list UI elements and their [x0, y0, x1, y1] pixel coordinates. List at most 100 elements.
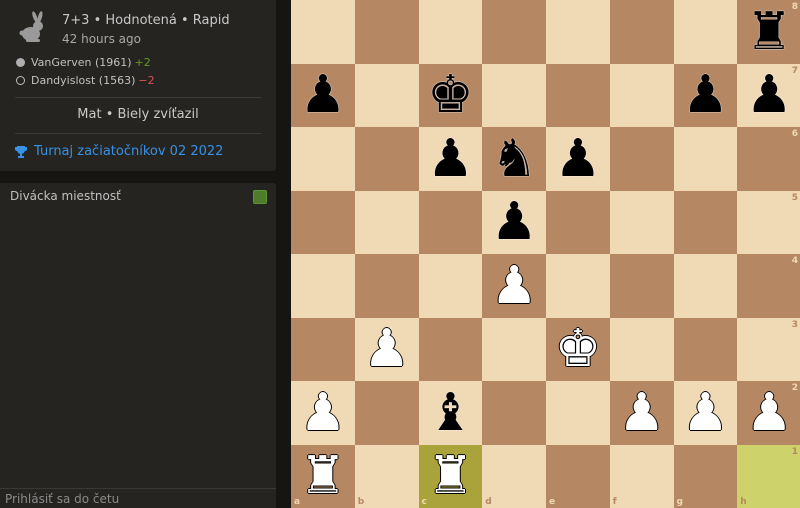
square-e4[interactable] — [546, 254, 610, 318]
file-label: e — [549, 497, 556, 507]
square-c4[interactable] — [418, 254, 483, 318]
square-g6[interactable] — [673, 127, 738, 191]
black-pawn-icon[interactable]: ♟ — [291, 64, 355, 128]
square-e5[interactable] — [546, 190, 610, 254]
black-bishop-icon[interactable]: ♝ — [419, 381, 483, 445]
player-white-name[interactable]: VanGerven (1961) — [31, 56, 132, 69]
square-g5[interactable] — [673, 190, 738, 254]
square-e3[interactable]: ♚ — [546, 317, 610, 382]
white-pawn-icon[interactable]: ♟ — [674, 381, 738, 445]
square-c1[interactable]: c ♜ — [418, 444, 483, 508]
black-pawn-icon[interactable]: ♟ — [419, 127, 483, 191]
white-pawn-icon[interactable]: ♟ — [737, 381, 800, 445]
player-black[interactable]: Dandyislost (1563) −2 — [16, 74, 155, 87]
square-e1[interactable]: e — [546, 444, 610, 508]
rank-label: 4 — [791, 256, 798, 266]
square-f2[interactable]: ♟ — [609, 381, 674, 445]
square-h2[interactable]: 2 ♟ — [737, 381, 800, 445]
square-a4[interactable] — [291, 254, 355, 318]
square-d3[interactable] — [482, 317, 546, 381]
black-pawn-icon[interactable]: ♟ — [482, 191, 546, 255]
square-b2[interactable] — [354, 381, 419, 445]
square-e8[interactable] — [546, 0, 610, 64]
square-c8[interactable] — [418, 0, 483, 64]
tournament-name[interactable]: Turnaj začiatočníkov 02 2022 — [34, 144, 223, 159]
square-a1[interactable]: a ♜ — [291, 444, 355, 508]
square-b4[interactable] — [354, 254, 419, 318]
square-a3[interactable] — [291, 317, 355, 381]
square-h1[interactable]: 1h — [737, 444, 800, 508]
square-d5[interactable]: ♟ — [482, 190, 546, 255]
square-d4[interactable]: ♟ — [482, 254, 546, 318]
square-c3[interactable] — [418, 317, 483, 381]
square-f4[interactable] — [609, 254, 674, 318]
white-pawn-icon[interactable]: ♟ — [355, 318, 419, 382]
square-h4[interactable]: 4 — [737, 254, 800, 318]
game-title: 7+3 • Hodnotená • Rapid — [62, 13, 230, 28]
chat-toggle[interactable] — [253, 190, 267, 204]
square-h5[interactable]: 5 — [737, 190, 800, 254]
square-e2[interactable] — [546, 381, 610, 445]
square-d1[interactable]: d — [482, 444, 546, 508]
square-a6[interactable] — [291, 127, 355, 191]
chess-board[interactable]: 8 ♜ ♟ ♚ ♟ 7 ♟ ♟ ♞ ♟ 6 ♟ 5 ♟ 4 ♟ ♚ 3 ♟ ♝ ♟ ♟ 2 ♟ a ♜ b c ♜ d e f g 1 h — [291, 0, 800, 508]
square-g2[interactable]: ♟ — [673, 381, 738, 445]
square-f8[interactable] — [609, 0, 674, 64]
square-e6[interactable]: ♟ — [546, 127, 610, 191]
black-knight-icon[interactable]: ♞ — [482, 127, 546, 191]
square-e7[interactable] — [546, 63, 610, 127]
square-f5[interactable] — [609, 190, 674, 254]
square-c2[interactable]: ♝ — [418, 381, 483, 445]
file-label: h — [740, 497, 747, 507]
tournament-link[interactable]: Turnaj začiatočníkov 02 2022 — [14, 144, 223, 159]
square-d2[interactable] — [482, 381, 546, 445]
square-d6[interactable]: ♞ — [482, 127, 546, 191]
square-b1[interactable]: b — [354, 444, 419, 508]
white-rook-icon[interactable]: ♜ — [419, 445, 483, 508]
black-pawn-icon[interactable]: ♟ — [546, 127, 610, 191]
black-rook-icon[interactable]: ♜ — [737, 0, 800, 64]
square-h6[interactable]: 6 — [737, 127, 800, 191]
player-black-name[interactable]: Dandyislost (1563) — [31, 74, 135, 87]
square-g7[interactable]: ♟ — [673, 63, 738, 128]
square-f7[interactable] — [609, 63, 674, 127]
white-pawn-icon[interactable]: ♟ — [291, 381, 355, 445]
square-h7[interactable]: 7 ♟ — [737, 63, 800, 128]
square-c7[interactable]: ♚ — [418, 63, 483, 128]
chat-input[interactable]: Prihlásiť sa do četu — [0, 488, 276, 508]
black-pawn-icon[interactable]: ♟ — [737, 64, 800, 128]
square-h3[interactable]: 3 — [737, 317, 800, 381]
rank-label: 1 — [791, 446, 798, 457]
square-b7[interactable] — [354, 63, 419, 127]
square-c5[interactable] — [418, 190, 483, 254]
white-pawn-icon[interactable]: ♟ — [482, 254, 546, 318]
black-king-icon[interactable]: ♚ — [419, 64, 483, 128]
divider — [15, 97, 261, 98]
white-pawn-icon[interactable]: ♟ — [610, 381, 674, 445]
player-white[interactable]: VanGerven (1961) +2 — [16, 56, 151, 69]
black-pawn-icon[interactable]: ♟ — [674, 64, 738, 128]
chat-room-label[interactable]: Divácka miestnosť — [10, 189, 121, 203]
game-time: 42 hours ago — [62, 32, 141, 46]
square-a5[interactable] — [291, 190, 355, 254]
square-g4[interactable] — [673, 254, 738, 318]
square-b8[interactable] — [354, 0, 419, 64]
square-f6[interactable] — [609, 127, 674, 191]
square-b5[interactable] — [354, 190, 419, 254]
square-h8[interactable]: 8 ♜ — [737, 0, 800, 64]
square-b3[interactable]: ♟ — [354, 317, 419, 382]
square-d8[interactable] — [482, 0, 546, 64]
square-f3[interactable] — [609, 317, 674, 381]
white-king-icon[interactable]: ♚ — [546, 318, 610, 382]
square-g1[interactable]: g — [673, 444, 738, 508]
square-c6[interactable]: ♟ — [418, 127, 483, 191]
square-g3[interactable] — [673, 317, 738, 381]
square-f1[interactable]: f — [609, 444, 674, 508]
square-g8[interactable] — [673, 0, 738, 64]
square-d7[interactable] — [482, 63, 546, 127]
square-a8[interactable] — [291, 0, 355, 64]
square-a7[interactable]: ♟ — [291, 63, 355, 128]
square-b6[interactable] — [354, 127, 419, 191]
white-rook-icon[interactable]: ♜ — [291, 445, 355, 508]
square-a2[interactable]: ♟ — [291, 381, 355, 445]
